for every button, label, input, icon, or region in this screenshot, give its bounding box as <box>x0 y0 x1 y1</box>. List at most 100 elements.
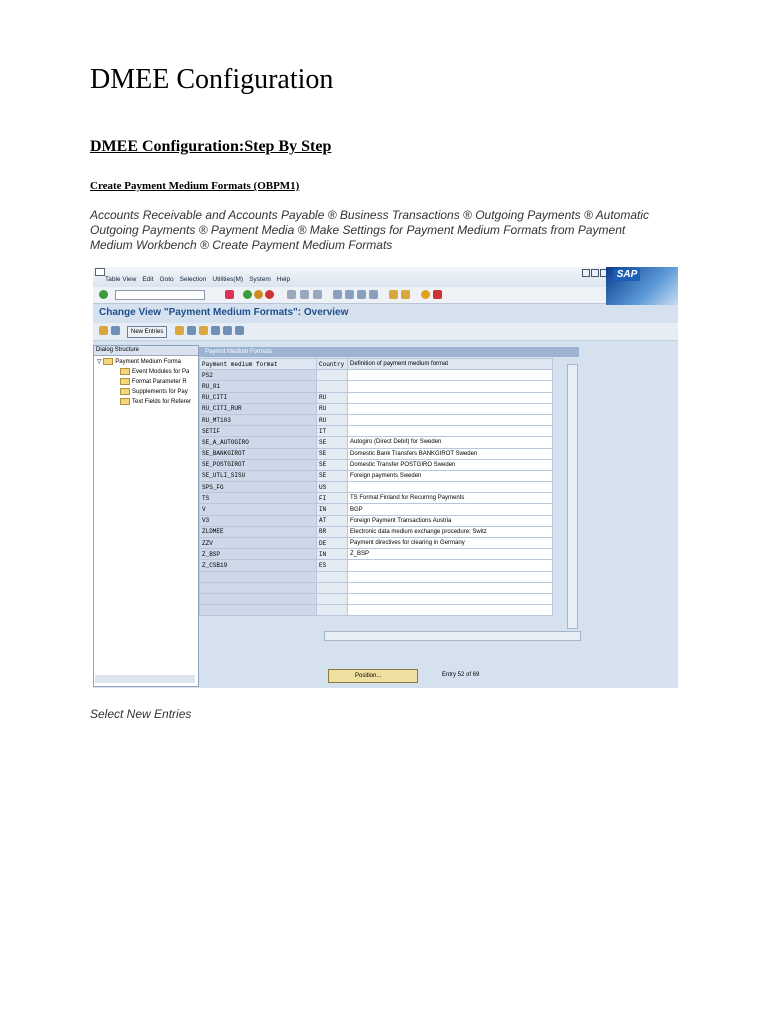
definition-cell[interactable]: Foreign Payment Transactions Austria <box>347 514 553 527</box>
format-cell[interactable]: PS2 <box>199 369 317 382</box>
menu-item[interactable]: Selection <box>180 276 207 283</box>
table-row[interactable]: TS FI TS Format Finland for Recurring Paym… <box>199 492 553 505</box>
format-cell[interactable]: V <box>199 503 317 516</box>
menu-item[interactable]: Goto <box>160 276 174 283</box>
country-cell[interactable]: IN <box>316 548 348 561</box>
table-row[interactable] <box>199 592 553 606</box>
shortcut-icon[interactable] <box>401 290 410 299</box>
column-header-country[interactable]: Country <box>316 357 348 371</box>
format-cell[interactable]: ZZV <box>199 536 317 550</box>
country-cell[interactable]: RU <box>316 402 348 415</box>
last-page-icon[interactable] <box>369 290 378 299</box>
table-row[interactable]: SE_POSTGIROT SE Domestic Transfer POSTGIRO… <box>199 458 553 471</box>
definition-cell[interactable] <box>347 425 553 438</box>
format-cell[interactable]: Z_CSB19 <box>199 559 317 572</box>
format-cell[interactable]: TS <box>199 492 317 505</box>
country-cell[interactable]: FI <box>316 492 348 505</box>
maximize-icon[interactable] <box>591 269 599 277</box>
format-cell[interactable] <box>199 592 317 606</box>
table-row[interactable] <box>199 570 553 583</box>
back-icon[interactable] <box>243 290 252 299</box>
table-row[interactable] <box>199 604 553 617</box>
select-block-icon[interactable] <box>223 326 232 335</box>
table-row[interactable]: V IN BGP <box>199 503 553 516</box>
table-row[interactable]: SPS_FG US <box>199 481 553 494</box>
definition-cell[interactable] <box>347 391 553 404</box>
country-cell[interactable]: SE <box>316 469 348 483</box>
definition-cell[interactable] <box>347 413 553 427</box>
definition-cell[interactable] <box>347 380 553 393</box>
country-cell[interactable]: RU <box>316 391 348 404</box>
expand-icon[interactable]: ▽ <box>97 359 102 365</box>
menu-item[interactable]: Help <box>277 276 290 283</box>
country-cell[interactable] <box>316 592 348 606</box>
tree-item-payment-medium-formats[interactable]: ▽ Payment Medium Forma <box>97 358 181 365</box>
exit-session-icon[interactable] <box>254 290 263 299</box>
column-header-format[interactable]: Payment medium format <box>199 357 317 371</box>
definition-cell[interactable] <box>347 604 553 617</box>
definition-cell[interactable]: Z_BSP <box>347 548 553 561</box>
table-row[interactable]: RU_CITI_RUR RU <box>199 402 553 415</box>
table-row[interactable]: SE_A_AUTOGIRO SE Autogiro (Direct Debit) f… <box>199 436 553 449</box>
format-cell[interactable]: Z_BSP <box>199 548 317 561</box>
definition-cell[interactable]: TS Format Finland for Recurring Payments <box>347 492 553 505</box>
country-cell[interactable] <box>316 581 348 594</box>
definition-cell[interactable]: Foreign payments Sweden <box>347 469 553 483</box>
minimize-icon[interactable] <box>582 269 590 277</box>
table-row[interactable]: SETIF IT <box>199 425 553 438</box>
table-row[interactable]: SE_BANKGIROT SE Domestic Bank Transfers BA… <box>199 447 553 460</box>
format-cell[interactable] <box>199 570 317 583</box>
definition-cell[interactable] <box>347 570 553 583</box>
tree-item-text-fields[interactable]: Text Fields for Referer <box>120 398 191 405</box>
dialog-horizontal-scrollbar[interactable] <box>95 675 195 683</box>
country-cell[interactable]: IT <box>316 425 348 438</box>
country-cell[interactable] <box>316 570 348 583</box>
position-button[interactable]: Position... <box>328 669 418 683</box>
table-row[interactable]: RU_CITI RU <box>199 391 553 404</box>
format-cell[interactable]: SPS_FG <box>199 481 317 494</box>
table-horizontal-scrollbar[interactable] <box>324 631 581 641</box>
menu-item[interactable]: Edit <box>142 276 153 283</box>
undo-icon[interactable] <box>199 326 208 335</box>
definition-cell[interactable] <box>347 402 553 415</box>
table-row[interactable]: Z_BSP IN Z_BSP <box>199 548 553 561</box>
table-row[interactable] <box>199 581 553 594</box>
column-header-definition[interactable]: Definition of payment medium format <box>347 357 553 371</box>
definition-cell[interactable] <box>347 481 553 494</box>
help-icon[interactable] <box>421 290 430 299</box>
country-cell[interactable] <box>316 369 348 382</box>
country-cell[interactable]: SE <box>316 447 348 460</box>
country-cell[interactable]: IN <box>316 503 348 516</box>
display-change-icon[interactable] <box>99 326 108 335</box>
copy-icon[interactable] <box>175 326 184 335</box>
country-cell[interactable]: SE <box>316 436 348 449</box>
table-row[interactable]: ZZV DE Payment directives for clearing in … <box>199 536 553 550</box>
format-cell[interactable]: RU_CITI_RUR <box>199 402 317 415</box>
country-cell[interactable] <box>316 380 348 393</box>
save-icon[interactable] <box>225 290 234 299</box>
enter-icon[interactable] <box>99 290 108 299</box>
table-row[interactable]: V3 AT Foreign Payment Transactions Austria <box>199 514 553 527</box>
table-row[interactable]: SE_UTLI_SISU SE Foreign payments Sweden <box>199 469 553 483</box>
delete-icon[interactable] <box>187 326 196 335</box>
definition-cell[interactable]: BGP <box>347 503 553 516</box>
next-page-icon[interactable] <box>357 290 366 299</box>
tree-item-supplements[interactable]: Supplements for Pay <box>120 388 188 395</box>
format-cell[interactable] <box>199 604 317 617</box>
definition-cell[interactable] <box>347 592 553 606</box>
table-vertical-scrollbar[interactable] <box>567 364 578 629</box>
country-cell[interactable]: BR <box>316 525 348 539</box>
definition-cell[interactable]: Payment directives for clearing in Germa… <box>347 536 553 550</box>
country-cell[interactable]: DE <box>316 536 348 550</box>
format-cell[interactable] <box>199 581 317 594</box>
find-next-icon[interactable] <box>313 290 322 299</box>
tree-item-format-parameter[interactable]: Format Parameter R <box>120 378 187 385</box>
format-cell[interactable]: RU_CITI <box>199 391 317 404</box>
country-cell[interactable] <box>316 604 348 617</box>
table-row[interactable]: RU_MT103 RU <box>199 413 553 427</box>
format-cell[interactable]: SE_UTLI_SISU <box>199 469 317 483</box>
country-cell[interactable]: US <box>316 481 348 494</box>
country-cell[interactable]: RU <box>316 413 348 427</box>
tree-item-event-modules[interactable]: Event Modules for Pa <box>120 368 189 375</box>
format-cell[interactable]: V3 <box>199 514 317 527</box>
